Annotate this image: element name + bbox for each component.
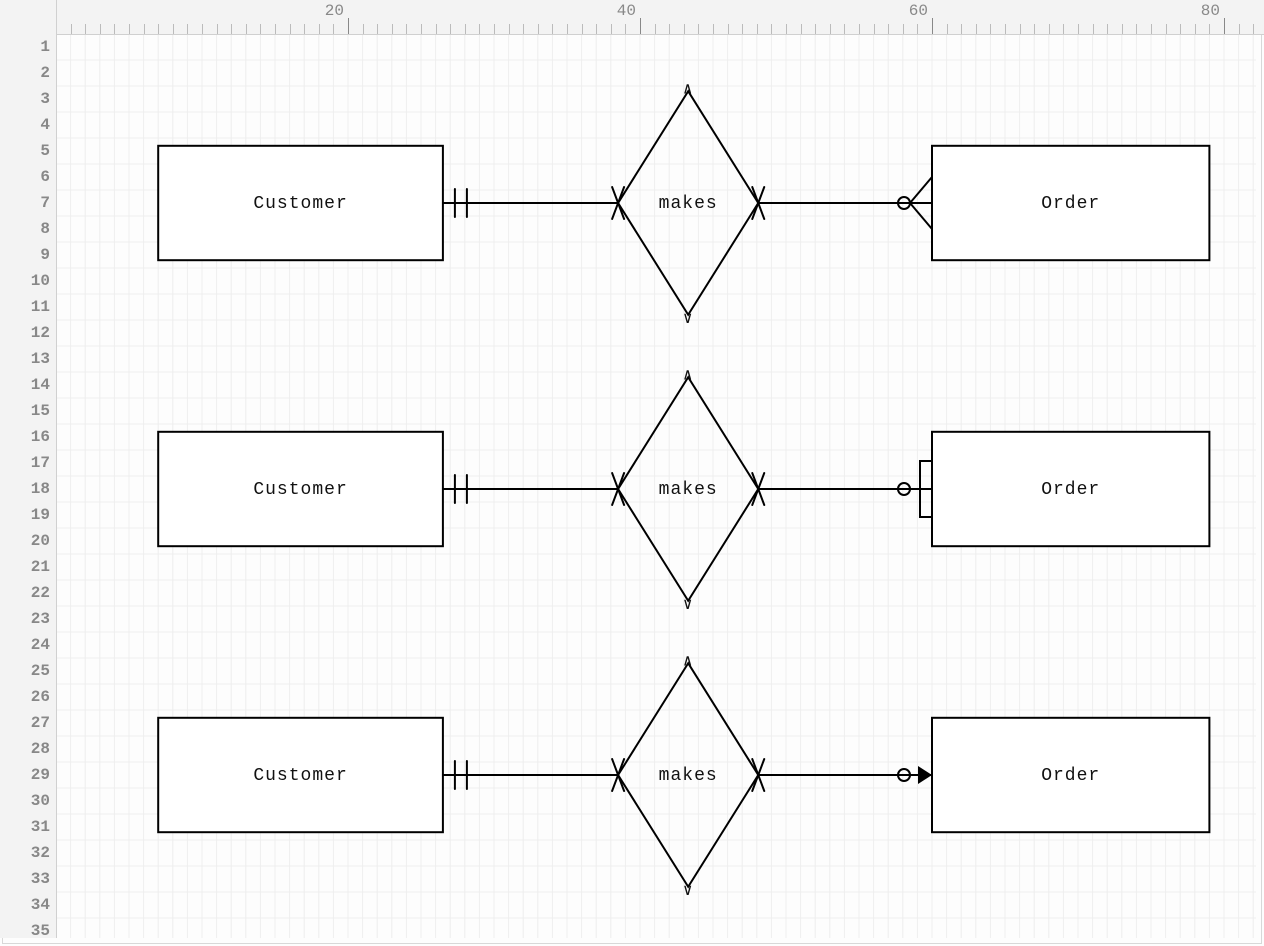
- row-label: 11: [0, 294, 50, 320]
- row-label: 12: [0, 320, 50, 346]
- diagram-canvas[interactable]: Customer Order makes ∧ ∨ Customer Order makes ∧ ∨…: [56, 34, 1256, 938]
- row-label: 3: [0, 86, 50, 112]
- row-label: 28: [0, 736, 50, 762]
- row-label: 15: [0, 398, 50, 424]
- row-label: 5: [0, 138, 50, 164]
- row-label: 32: [0, 840, 50, 866]
- svg-text:∧: ∧: [683, 80, 694, 98]
- entity-label: Customer: [253, 194, 347, 214]
- entity-label: Customer: [253, 766, 347, 786]
- entity-label: Order: [1041, 766, 1100, 786]
- relationship-label: makes: [659, 766, 718, 786]
- row-label: 24: [0, 632, 50, 658]
- row-label: 29: [0, 762, 50, 788]
- row-label: 31: [0, 814, 50, 840]
- row-label: 21: [0, 554, 50, 580]
- row-label: 18: [0, 476, 50, 502]
- row-label: 27: [0, 710, 50, 736]
- svg-text:∨: ∨: [683, 310, 694, 328]
- entity-label: Customer: [253, 480, 347, 500]
- row-label: 16: [0, 424, 50, 450]
- row-label: 4: [0, 112, 50, 138]
- row-label: 13: [0, 346, 50, 372]
- row-label: 30: [0, 788, 50, 814]
- row-label: 1: [0, 34, 50, 60]
- ruler-corner: [0, 0, 57, 34]
- svg-text:∨: ∨: [683, 596, 694, 614]
- col-label: 40: [617, 2, 640, 20]
- svg-text:∨: ∨: [683, 882, 694, 900]
- row-label: 34: [0, 892, 50, 918]
- row-label: 10: [0, 268, 50, 294]
- row-label: 14: [0, 372, 50, 398]
- row-label: 20: [0, 528, 50, 554]
- diagram-layer: Customer Order makes ∧ ∨ Customer Order makes ∧ ∨…: [56, 34, 1256, 938]
- row-label: 23: [0, 606, 50, 632]
- col-label: 60: [909, 2, 932, 20]
- column-ruler: 20 40 60 80: [0, 0, 1264, 35]
- arrowhead-icon: [918, 766, 932, 784]
- row-ruler: 1234567891011121314151617181920212223242…: [0, 34, 57, 938]
- entity-label: Order: [1041, 194, 1100, 214]
- relationship-label: makes: [659, 480, 718, 500]
- row-label: 9: [0, 242, 50, 268]
- app-frame: { "ruler": { "cols": [20, 40, 60, 80], "…: [0, 0, 1264, 946]
- row-label: 7: [0, 190, 50, 216]
- row-label: 26: [0, 684, 50, 710]
- row-label: 22: [0, 580, 50, 606]
- svg-text:∧: ∧: [683, 652, 694, 670]
- row-label: 19: [0, 502, 50, 528]
- svg-text:∧: ∧: [683, 366, 694, 384]
- row-label: 35: [0, 918, 50, 944]
- col-label: 20: [325, 2, 348, 20]
- row-label: 2: [0, 60, 50, 86]
- entity-label: Order: [1041, 480, 1100, 500]
- row-label: 25: [0, 658, 50, 684]
- relationship-label: makes: [659, 194, 718, 214]
- row-label: 17: [0, 450, 50, 476]
- row-label: 8: [0, 216, 50, 242]
- row-label: 6: [0, 164, 50, 190]
- row-label: 33: [0, 866, 50, 892]
- col-label: 80: [1201, 2, 1224, 20]
